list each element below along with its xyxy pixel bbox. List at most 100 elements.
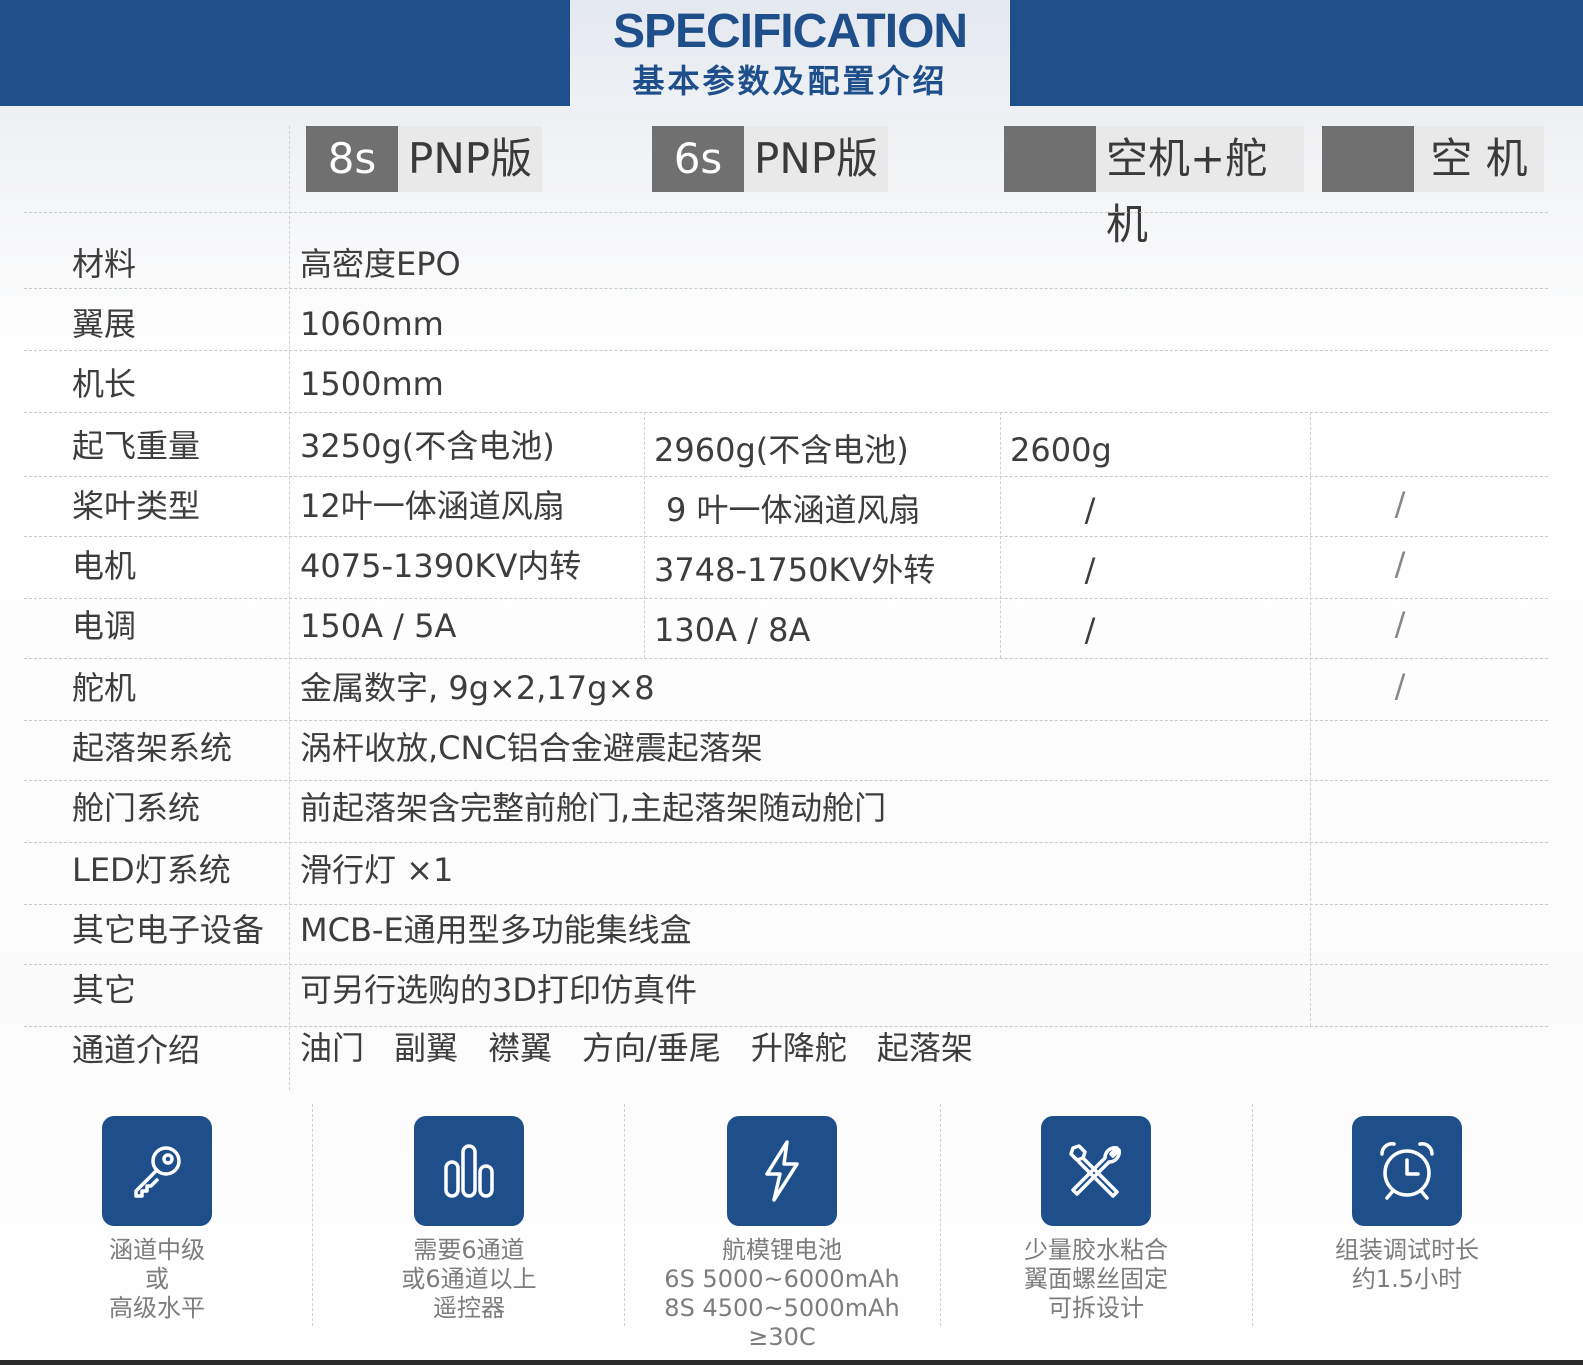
spec-value-motor-servo: / (1084, 551, 1096, 589)
row-divider (24, 212, 1548, 213)
spec-value-servo-empty: / (1394, 667, 1406, 705)
title-english: SPECIFICATION (612, 5, 968, 58)
spec-value-material: 高密度EPO (300, 245, 461, 283)
spec-label-channels: 通道介绍 (72, 1031, 201, 1069)
version-name: PNP版 (398, 126, 543, 192)
feature-line: 航模锂电池 (722, 1236, 842, 1264)
spec-value-motor-8s: 4075-1390KV内转 (300, 547, 582, 585)
version-name: PNP版 (744, 126, 889, 192)
lightning-icon (727, 1116, 837, 1226)
row-divider (24, 720, 1548, 721)
feature-battery: 航模锂电池 6S 5000~6000mAh 8S 4500~5000mAh ≥3… (662, 1116, 902, 1352)
spec-label-hatch: 舱门系统 (72, 789, 201, 827)
spec-value-wingspan: 1060mm (300, 305, 444, 343)
channel-item: 襟翼 (488, 1029, 553, 1067)
spec-value-prop-type-servo: / (1084, 491, 1096, 529)
feature-line: 或 (145, 1265, 169, 1293)
spec-label-servo: 舵机 (72, 669, 137, 707)
channel-item: 起落架 (876, 1029, 973, 1067)
version-badge: 8s (306, 126, 398, 192)
row-divider (24, 842, 1548, 843)
feature-divider (312, 1104, 313, 1326)
bottom-border (0, 1360, 1583, 1365)
spec-value-esc-servo: / (1084, 611, 1096, 649)
feature-line: 6S 5000~6000mAh (664, 1265, 900, 1293)
feature-divider (940, 1104, 941, 1326)
spec-value-motor-6s: 3748-1750KV外转 (654, 551, 936, 589)
row-divider (24, 598, 1548, 599)
spec-label-other: 其它 (72, 971, 137, 1009)
row-divider (24, 412, 1548, 413)
channel-item: 副翼 (394, 1029, 459, 1067)
feature-divider (624, 1104, 625, 1326)
channel-list: 油门 副翼 襟翼 方向/垂尾 升降舵 起落架 (300, 1028, 973, 1068)
channel-item: 方向/垂尾 (582, 1029, 721, 1067)
feature-line: 高级水平 (109, 1294, 205, 1322)
version-badge: 6s (652, 126, 744, 192)
row-divider (24, 476, 1548, 477)
row-divider (24, 350, 1548, 351)
spec-value-led: 滑行灯 ×1 (300, 851, 454, 889)
spec-value-prop-type-8s: 12叶一体涵道风扇 (300, 487, 565, 525)
spec-label-motor: 电机 (72, 547, 137, 585)
version-8s-pnp: 8s PNP版 (306, 126, 543, 192)
feature-line: 需要6通道 (413, 1236, 525, 1264)
feature-skill-level: 涵道中级 或 高级水平 (37, 1116, 277, 1323)
spec-value-prop-type-6s: 9 叶一体涵道风扇 (666, 491, 921, 529)
feature-line: 可拆设计 (1048, 1294, 1144, 1322)
spec-label-takeoff-weight: 起飞重量 (72, 427, 201, 465)
feature-line: 组装调试时长 (1335, 1236, 1479, 1264)
bar-chart-icon (414, 1116, 524, 1226)
feature-assembly-time: 组装调试时长 约1.5小时 (1287, 1116, 1527, 1294)
version-badge (1322, 126, 1414, 192)
version-6s-pnp: 6s PNP版 (652, 126, 889, 192)
spec-value-prop-type-empty: / (1394, 485, 1406, 523)
spec-value-motor-empty: / (1394, 545, 1406, 583)
version-airframe-only: 空 机 (1322, 126, 1544, 192)
spec-value-landing-gear: 涡杆收放,CNC铝合金避震起落架 (300, 729, 763, 767)
feature-line: ≥30C (748, 1323, 816, 1351)
spec-value-takeoff-weight-6s: 2960g(不含电池) (654, 431, 909, 469)
row-divider (24, 780, 1548, 781)
channel-item: 升降舵 (750, 1029, 847, 1067)
spec-label-electronics: 其它电子设备 (72, 911, 265, 949)
version-badge (1004, 126, 1096, 192)
version-name: 空 机 (1414, 126, 1544, 192)
column-divider (644, 412, 645, 658)
row-divider (24, 1026, 1548, 1027)
column-divider (289, 126, 290, 1090)
feature-line: 翼面螺丝固定 (1024, 1265, 1168, 1293)
spec-value-takeoff-weight-8s: 3250g(不含电池) (300, 427, 555, 465)
channel-item: 油门 (300, 1029, 365, 1067)
spec-label-prop-type: 桨叶类型 (72, 487, 201, 525)
spec-label-landing-gear: 起落架系统 (72, 729, 233, 767)
feature-divider (1252, 1104, 1253, 1326)
feature-line: 涵道中级 (109, 1236, 205, 1264)
title-box: SPECIFICATION 基本参数及配置介绍 (570, 0, 1010, 106)
column-divider (1310, 412, 1311, 1026)
tools-icon (1041, 1116, 1151, 1226)
row-divider (24, 536, 1548, 537)
feature-assembly: 少量胶水粘合 翼面螺丝固定 可拆设计 (976, 1116, 1216, 1323)
spec-value-takeoff-weight-servo: 2600g (1010, 431, 1112, 469)
feature-line: 或6通道以上 (401, 1265, 537, 1293)
row-divider (24, 964, 1548, 965)
spec-label-led: LED灯系统 (72, 851, 231, 889)
spec-value-esc-8s: 150A / 5A (300, 607, 457, 645)
row-divider (24, 904, 1548, 905)
column-divider (1000, 412, 1001, 658)
feature-line: 约1.5小时 (1351, 1265, 1463, 1293)
spec-label-length: 机长 (72, 365, 137, 403)
spec-label-wingspan: 翼展 (72, 305, 137, 343)
spec-value-esc-6s: 130A / 8A (654, 611, 811, 649)
feature-line: 少量胶水粘合 (1024, 1236, 1168, 1264)
spec-label-esc: 电调 (72, 607, 137, 645)
alarm-clock-icon (1352, 1116, 1462, 1226)
feature-radio-channels: 需要6通道 或6通道以上 遥控器 (349, 1116, 589, 1323)
spec-value-servo: 金属数字, 9g×2,17g×8 (300, 669, 655, 707)
spec-value-other: 可另行选购的3D打印仿真件 (300, 971, 698, 1009)
title-chinese: 基本参数及配置介绍 (632, 62, 948, 100)
spec-value-hatch: 前起落架含完整前舱门,主起落架随动舱门 (300, 789, 887, 827)
feature-line: 遥控器 (433, 1294, 505, 1322)
row-divider (24, 658, 1548, 659)
